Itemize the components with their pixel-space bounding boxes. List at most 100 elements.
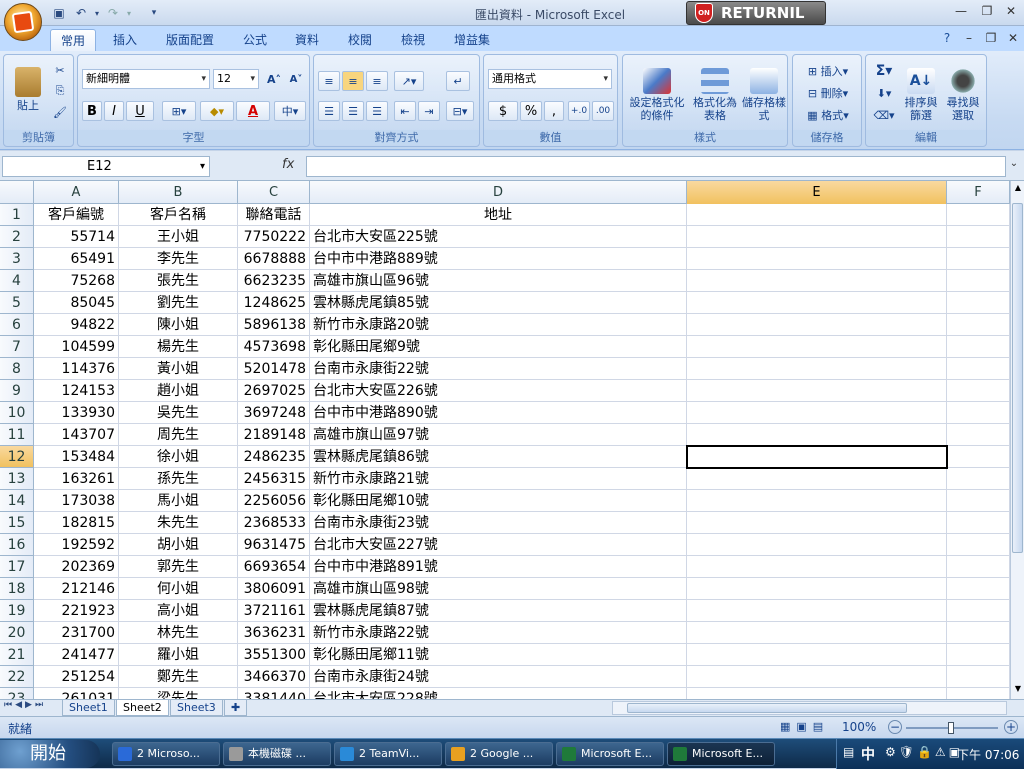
- table-cell[interactable]: [947, 468, 1010, 490]
- formula-input[interactable]: [306, 156, 1006, 177]
- table-cell[interactable]: 5201478: [238, 358, 310, 380]
- table-cell[interactable]: 261031: [34, 688, 119, 699]
- align-middle-icon[interactable]: ≡: [342, 71, 364, 91]
- row-header[interactable]: 16: [0, 534, 34, 556]
- fill-icon[interactable]: ⬇▾: [870, 83, 898, 103]
- taskbar-item[interactable]: Microsoft E...: [556, 742, 664, 766]
- table-cell[interactable]: [947, 512, 1010, 534]
- table-cell[interactable]: 林先生: [119, 622, 238, 644]
- table-cell[interactable]: [687, 468, 947, 490]
- sheet-tab-3[interactable]: Sheet3: [170, 700, 223, 716]
- table-cell[interactable]: 馬小姐: [119, 490, 238, 512]
- row-header[interactable]: 4: [0, 270, 34, 292]
- table-cell[interactable]: 55714: [34, 226, 119, 248]
- table-cell[interactable]: 台南市永康街23號: [310, 512, 687, 534]
- table-cell[interactable]: 高雄市旗山區96號: [310, 270, 687, 292]
- table-cell[interactable]: [947, 556, 1010, 578]
- table-cell[interactable]: [687, 556, 947, 578]
- table-cell[interactable]: [947, 336, 1010, 358]
- table-cell[interactable]: 251254: [34, 666, 119, 688]
- table-cell[interactable]: 182815: [34, 512, 119, 534]
- table-cell[interactable]: 彰化縣田尾鄉10號: [310, 490, 687, 512]
- table-cell[interactable]: [947, 666, 1010, 688]
- table-cell[interactable]: 何小姐: [119, 578, 238, 600]
- table-cell[interactable]: 104599: [34, 336, 119, 358]
- align-top-icon[interactable]: ≡: [318, 71, 340, 91]
- table-cell[interactable]: 新竹市永康路21號: [310, 468, 687, 490]
- table-cell[interactable]: 台南市永康街22號: [310, 358, 687, 380]
- row-header[interactable]: 1: [0, 204, 34, 226]
- horizontal-scrollbar[interactable]: [612, 701, 1007, 715]
- increase-indent-icon[interactable]: ⇥: [418, 101, 440, 121]
- fill-color-icon[interactable]: ◆▾: [200, 101, 234, 121]
- underline-button[interactable]: U: [126, 101, 154, 121]
- table-cell[interactable]: 梁先生: [119, 688, 238, 699]
- restore-icon[interactable]: ❐: [976, 4, 998, 20]
- table-cell[interactable]: [947, 292, 1010, 314]
- table-cell[interactable]: [687, 490, 947, 512]
- table-cell[interactable]: 163261: [34, 468, 119, 490]
- table-cell[interactable]: 彰化縣田尾鄉11號: [310, 644, 687, 666]
- table-cell[interactable]: [947, 578, 1010, 600]
- sort-filter-button[interactable]: A↓ 排序與篩選: [900, 59, 942, 131]
- bold-button[interactable]: B: [82, 101, 102, 121]
- table-cell[interactable]: [947, 248, 1010, 270]
- table-cell[interactable]: 2368533: [238, 512, 310, 534]
- align-right-icon[interactable]: ☰: [366, 101, 388, 121]
- tab-add-ins[interactable]: 增益集: [444, 29, 500, 51]
- table-cell[interactable]: 2456315: [238, 468, 310, 490]
- table-cell[interactable]: [947, 644, 1010, 666]
- percent-button[interactable]: %: [520, 101, 542, 121]
- format-painter-icon[interactable]: 🖌: [50, 103, 70, 121]
- table-cell[interactable]: 75268: [34, 270, 119, 292]
- table-cell[interactable]: 192592: [34, 534, 119, 556]
- table-cell[interactable]: 黃小姐: [119, 358, 238, 380]
- table-cell[interactable]: [687, 336, 947, 358]
- font-color-button[interactable]: A: [236, 101, 270, 121]
- table-cell[interactable]: [687, 512, 947, 534]
- taskbar-item[interactable]: 本機磁碟 ...: [223, 742, 331, 766]
- tab-home[interactable]: 常用: [50, 29, 97, 51]
- taskbar-item[interactable]: 2 TeamVi...: [334, 742, 442, 766]
- font-name-select[interactable]: 新細明體: [82, 69, 210, 89]
- header-cell[interactable]: 客戶名稱: [119, 204, 238, 226]
- tab-formulas[interactable]: 公式: [233, 29, 277, 51]
- table-cell[interactable]: 陳小姐: [119, 314, 238, 336]
- table-cell[interactable]: [947, 358, 1010, 380]
- table-cell[interactable]: 85045: [34, 292, 119, 314]
- table-cell[interactable]: 231700: [34, 622, 119, 644]
- row-header[interactable]: 23: [0, 688, 34, 699]
- table-cell[interactable]: [687, 358, 947, 380]
- row-header[interactable]: 14: [0, 490, 34, 512]
- table-cell[interactable]: [687, 578, 947, 600]
- row-header[interactable]: 13: [0, 468, 34, 490]
- table-cell[interactable]: [947, 226, 1010, 248]
- table-cell[interactable]: 新竹市永康路20號: [310, 314, 687, 336]
- tab-insert[interactable]: 插入: [103, 29, 147, 51]
- table-cell[interactable]: 台中市中港路891號: [310, 556, 687, 578]
- table-cell[interactable]: 2256056: [238, 490, 310, 512]
- table-cell[interactable]: 台北市大安區227號: [310, 534, 687, 556]
- table-cell[interactable]: [687, 402, 947, 424]
- tab-page-layout[interactable]: 版面配置: [156, 29, 224, 51]
- table-cell[interactable]: 劉先生: [119, 292, 238, 314]
- table-cell[interactable]: 65491: [34, 248, 119, 270]
- workbook-close-icon[interactable]: ✕: [1002, 31, 1024, 47]
- table-cell[interactable]: 2189148: [238, 424, 310, 446]
- vertical-scrollbar[interactable]: ▲ ▼: [1010, 181, 1024, 699]
- language-icon[interactable]: ▤: [843, 745, 854, 759]
- orientation-icon[interactable]: ↗▾: [394, 71, 424, 91]
- autosum-icon[interactable]: Σ▾: [870, 61, 898, 81]
- taskbar-item[interactable]: 2 Google ...: [445, 742, 553, 766]
- insert-cells-button[interactable]: ⊞ 插入 ▾: [797, 61, 859, 81]
- table-cell[interactable]: [687, 380, 947, 402]
- table-cell[interactable]: 郭先生: [119, 556, 238, 578]
- table-cell[interactable]: 124153: [34, 380, 119, 402]
- table-cell[interactable]: 5896138: [238, 314, 310, 336]
- table-cell[interactable]: 143707: [34, 424, 119, 446]
- sheet-tab-2[interactable]: Sheet2: [116, 700, 169, 716]
- vertical-scroll-thumb[interactable]: [1012, 203, 1023, 553]
- row-header[interactable]: 19: [0, 600, 34, 622]
- merge-center-icon[interactable]: ⊟▾: [446, 101, 474, 121]
- wrap-text-icon[interactable]: ↵: [446, 71, 470, 91]
